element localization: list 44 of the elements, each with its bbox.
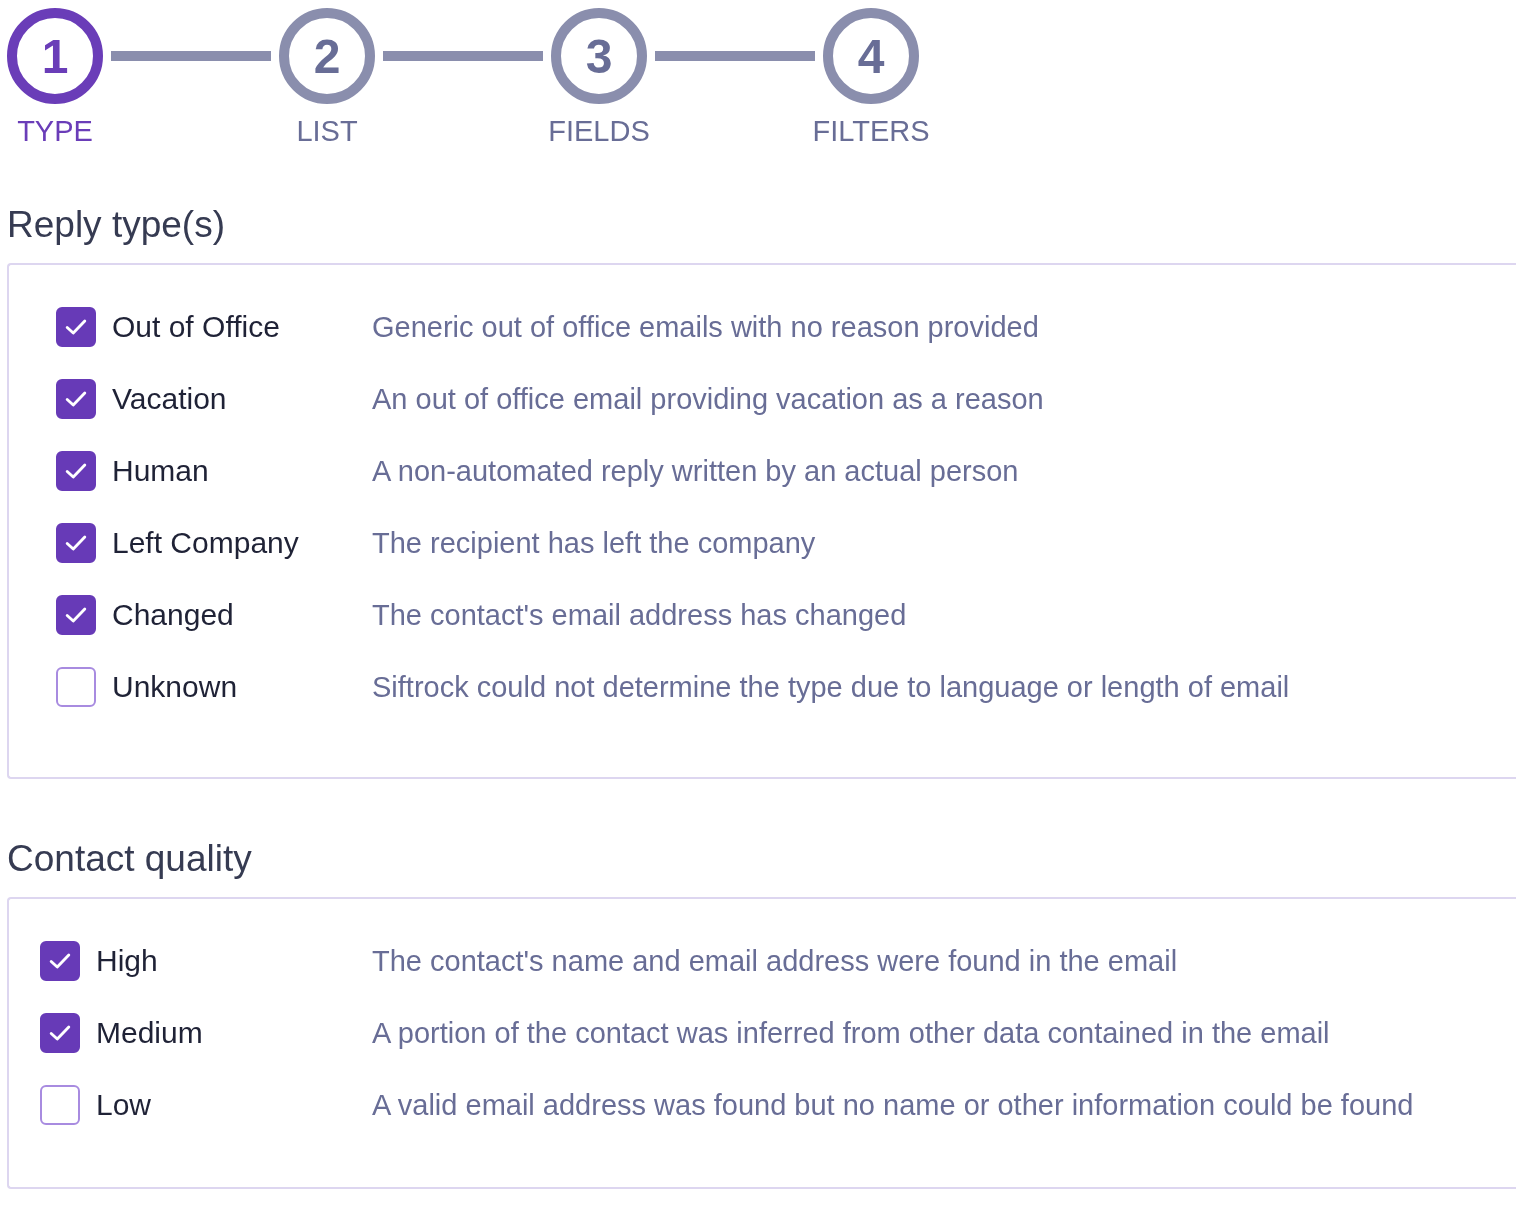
option-label: Left Company xyxy=(112,526,300,560)
option-description: An out of office email providing vacation as a reason xyxy=(372,382,1044,416)
step-label: TYPE xyxy=(17,114,93,148)
checkbox[interactable] xyxy=(40,941,80,981)
checkbox[interactable] xyxy=(40,1085,80,1125)
option-label: Changed xyxy=(112,598,235,632)
step-label: FIELDS xyxy=(548,114,650,148)
check-icon xyxy=(65,462,87,480)
option-label: Low xyxy=(96,1088,153,1122)
option-label: Out of Office xyxy=(112,310,281,344)
option-label: Vacation xyxy=(112,382,228,416)
checkbox[interactable] xyxy=(56,667,96,707)
step-circle[interactable]: 2 xyxy=(279,8,375,104)
checkbox[interactable] xyxy=(56,595,96,635)
step-circle[interactable]: 3 xyxy=(551,8,647,104)
option-description: A portion of the contact was inferred from other data contained in the email xyxy=(372,1016,1330,1050)
check-icon xyxy=(65,606,87,624)
step-circle[interactable]: 4 xyxy=(823,8,919,104)
option-label: High xyxy=(96,944,159,978)
option-label: Human xyxy=(112,454,210,488)
section-heading: Reply type(s) xyxy=(7,203,226,247)
checkbox[interactable] xyxy=(56,523,96,563)
check-icon xyxy=(65,390,87,408)
option-description: The contact's email address has changed xyxy=(372,598,907,632)
option-description: A non-automated reply written by an actual person xyxy=(372,454,1019,488)
check-icon xyxy=(65,318,87,336)
step-label: FILTERS xyxy=(812,114,930,148)
checkbox[interactable] xyxy=(56,307,96,347)
check-icon xyxy=(49,952,71,970)
check-icon xyxy=(49,1024,71,1042)
option-label: Medium xyxy=(96,1016,204,1050)
check-icon xyxy=(65,534,87,552)
option-description: Generic out of office emails with no reason provided xyxy=(372,310,1039,344)
checkbox[interactable] xyxy=(56,451,96,491)
option-description: Siftrock could not determine the type due to language or length of email xyxy=(372,670,1290,704)
step-circle[interactable]: 1 xyxy=(7,8,103,104)
option-label: Unknown xyxy=(112,670,239,704)
checkbox[interactable] xyxy=(56,379,96,419)
option-description: The contact's name and email address were found in the email xyxy=(372,944,1178,978)
section-heading: Contact quality xyxy=(7,837,253,881)
step-label: LIST xyxy=(296,114,358,148)
option-description: The recipient has left the company xyxy=(372,526,816,560)
checkbox[interactable] xyxy=(40,1013,80,1053)
option-description: A valid email address was found but no name or other information could be found xyxy=(372,1088,1414,1122)
